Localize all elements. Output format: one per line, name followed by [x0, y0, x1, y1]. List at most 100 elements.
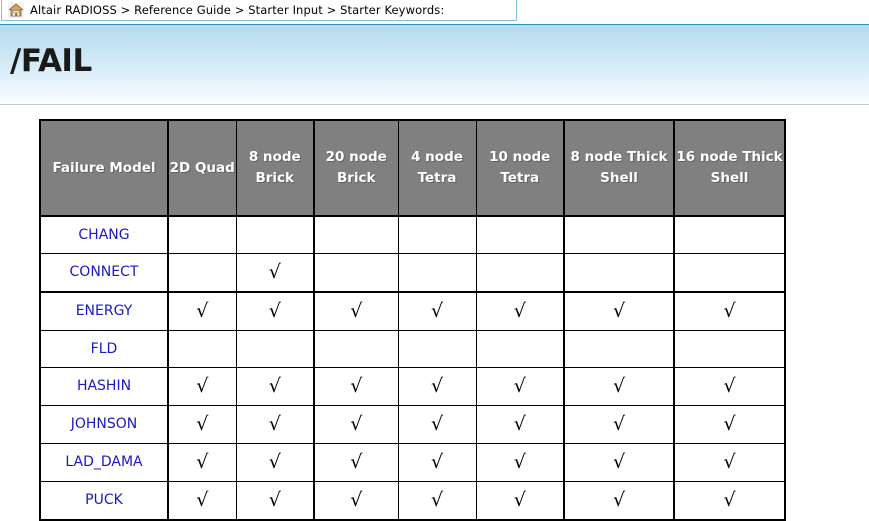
support-check-icon-cell: √: [475, 366, 565, 406]
support-check-icon-cell: √: [397, 442, 477, 482]
check-icon: √: [268, 299, 281, 322]
failure-model-link-cell[interactable]: CHANG: [39, 215, 169, 254]
column-header-8-node-brick: 8 node Brick: [235, 119, 315, 217]
failure-model-link-cell[interactable]: CONNECT: [39, 252, 169, 293]
check-icon: √: [513, 450, 526, 473]
check-icon: √: [268, 374, 281, 397]
support-check-icon-cell: √: [397, 366, 477, 406]
support-check-icon-cell: √: [235, 404, 315, 444]
failure-model-link[interactable]: JOHNSON: [71, 416, 138, 432]
failure-model-link[interactable]: PUCK: [85, 492, 123, 508]
check-icon: √: [723, 374, 736, 397]
support-empty-cell: [313, 252, 399, 293]
support-check-icon-cell: √: [475, 291, 565, 331]
table-row: CHANG: [39, 215, 786, 254]
column-header-16-node-thick-shell: 16 node Thick Shell: [673, 119, 786, 217]
support-empty-cell: [673, 215, 786, 254]
support-check-icon-cell: √: [235, 252, 315, 293]
table-row: FLD: [39, 329, 786, 368]
check-icon: √: [430, 299, 444, 322]
table-row: PUCK √ √ √ √ √ √ √: [39, 480, 786, 520]
check-icon: √: [430, 450, 444, 473]
check-icon: √: [350, 299, 363, 322]
support-check-icon-cell: √: [313, 442, 399, 482]
support-check-icon-cell: √: [167, 442, 237, 482]
check-icon: √: [268, 488, 281, 511]
check-icon: √: [723, 299, 736, 322]
support-check-icon-cell: √: [313, 480, 399, 520]
table-header-row: Failure Model 2D Quad 8 node Brick 20 no…: [39, 119, 786, 217]
breadcrumb-text: Altair RADIOSS > Reference Guide > Start…: [30, 3, 445, 17]
support-empty-cell: [563, 329, 675, 368]
check-icon: √: [268, 412, 281, 435]
check-icon: √: [513, 488, 526, 511]
support-check-icon-cell: √: [673, 480, 786, 520]
support-check-icon-cell: √: [673, 366, 786, 406]
failure-model-link-cell[interactable]: HASHIN: [39, 366, 169, 406]
support-empty-cell: [397, 215, 477, 254]
column-header-2d-quad: 2D Quad: [167, 119, 237, 217]
check-icon: √: [430, 488, 444, 511]
support-check-icon-cell: √: [673, 404, 786, 444]
check-icon: √: [196, 299, 209, 322]
failure-model-link[interactable]: CONNECT: [70, 264, 139, 280]
failure-model-link-cell[interactable]: LAD_DAMA: [39, 442, 169, 482]
support-empty-cell: [673, 252, 786, 293]
check-icon: √: [612, 488, 626, 511]
failure-model-link-cell[interactable]: ENERGY: [39, 291, 169, 331]
failure-model-element-support-table: Failure Model 2D Quad 8 node Brick 20 no…: [39, 119, 786, 521]
support-check-icon-cell: √: [563, 442, 675, 482]
support-check-icon-cell: √: [167, 404, 237, 444]
table-row: HASHIN √ √ √ √ √ √ √: [39, 366, 786, 406]
failure-model-link-cell[interactable]: FLD: [39, 329, 169, 368]
failure-model-link[interactable]: FLD: [91, 341, 118, 357]
breadcrumb-bar: Altair RADIOSS > Reference Guide > Start…: [1, 0, 517, 21]
support-check-icon-cell: √: [397, 404, 477, 444]
check-icon: √: [612, 299, 626, 322]
check-icon: √: [513, 374, 526, 397]
support-empty-cell: [563, 215, 675, 254]
support-empty-cell: [167, 329, 237, 368]
column-header-8-node-thick-shell: 8 node Thick Shell: [563, 119, 675, 217]
support-check-icon-cell: √: [563, 291, 675, 331]
failure-model-link[interactable]: LAD_DAMA: [65, 454, 142, 470]
check-icon: √: [513, 299, 526, 322]
check-icon: √: [723, 412, 736, 435]
check-icon: √: [723, 450, 736, 473]
page-title: /FAIL: [10, 43, 92, 79]
support-check-icon-cell: √: [167, 480, 237, 520]
support-empty-cell: [475, 215, 565, 254]
support-empty-cell: [563, 252, 675, 293]
table-row: LAD_DAMA √ √ √ √ √ √ √: [39, 442, 786, 482]
support-check-icon-cell: √: [235, 291, 315, 331]
support-check-icon-cell: √: [235, 442, 315, 482]
check-icon: √: [350, 488, 363, 511]
column-header-20-node-brick: 20 node Brick: [313, 119, 399, 217]
table-row: JOHNSON √ √ √ √ √ √ √: [39, 404, 786, 444]
check-icon: √: [196, 450, 209, 473]
support-empty-cell: [167, 215, 237, 254]
support-check-icon-cell: √: [475, 480, 565, 520]
check-icon: √: [196, 488, 209, 511]
failure-model-table-container: Failure Model 2D Quad 8 node Brick 20 no…: [39, 119, 786, 521]
support-check-icon-cell: √: [397, 480, 477, 520]
failure-model-link[interactable]: HASHIN: [77, 378, 131, 394]
support-empty-cell: [235, 215, 315, 254]
support-empty-cell: [235, 329, 315, 368]
support-check-icon-cell: √: [563, 366, 675, 406]
page-title-banner: /FAIL: [0, 24, 869, 105]
check-icon: √: [612, 450, 626, 473]
support-check-icon-cell: √: [167, 366, 237, 406]
failure-model-link-cell[interactable]: JOHNSON: [39, 404, 169, 444]
failure-model-link-cell[interactable]: PUCK: [39, 480, 169, 520]
table-body: CHANG CONNECT √ ENERGY √ √ √ √ √ √ √ FLD HASHIN √ √ √ √ √…: [39, 215, 786, 520]
support-empty-cell: [475, 252, 565, 293]
check-icon: √: [513, 412, 526, 435]
support-check-icon-cell: √: [563, 480, 675, 520]
support-empty-cell: [313, 329, 399, 368]
home-icon[interactable]: [8, 2, 24, 18]
failure-model-link[interactable]: CHANG: [78, 227, 129, 243]
check-icon: √: [430, 374, 444, 397]
failure-model-link[interactable]: ENERGY: [76, 303, 133, 319]
check-icon: √: [268, 260, 281, 283]
